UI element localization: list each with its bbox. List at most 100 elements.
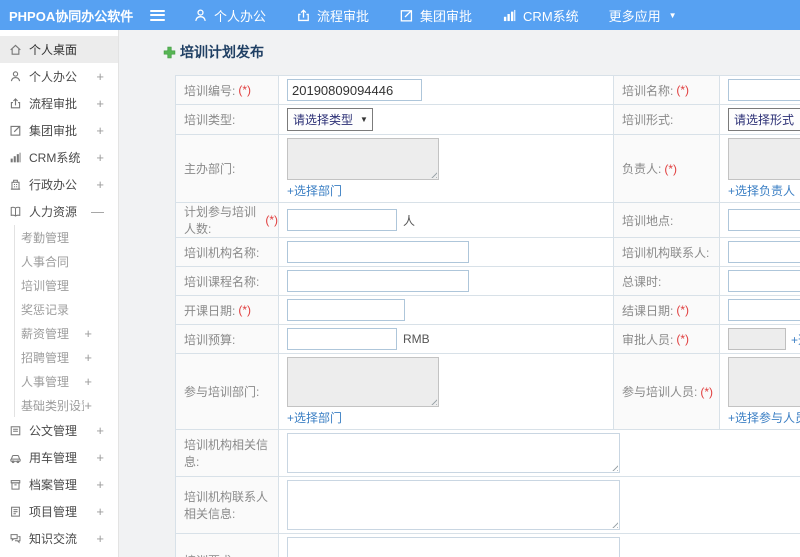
sidebar-item-hr-contract[interactable]: 人事合同 bbox=[15, 249, 118, 273]
training-requirements-textarea[interactable] bbox=[287, 537, 620, 557]
field-label-text: 培训机构名称: bbox=[184, 245, 260, 260]
participants-link[interactable]: +选择参与人员 bbox=[728, 409, 800, 426]
training-no-field bbox=[279, 76, 614, 105]
planned-participants-field: 人 bbox=[279, 203, 614, 238]
sidebar-item-knowledge-exchange[interactable]: 知识交流 + bbox=[0, 525, 118, 552]
training-name-input[interactable] bbox=[728, 79, 800, 101]
nav-item-crm-system[interactable]: CRM系统 bbox=[502, 6, 579, 25]
expand-plus-icon: + bbox=[96, 450, 104, 465]
page-title-row: 培训计划发布 bbox=[163, 42, 800, 62]
form-row: 培训预算: RMB 审批人员:(*) +选择审批人员 bbox=[176, 325, 800, 354]
sidebar-item-document-mgmt[interactable]: 公文管理 + bbox=[0, 417, 118, 444]
org-contact-input[interactable] bbox=[728, 241, 800, 263]
sidebar-item-vehicle-mgmt[interactable]: 用车管理 + bbox=[0, 444, 118, 471]
resize-handle[interactable] bbox=[429, 397, 437, 405]
required-marker: (*) bbox=[676, 303, 690, 317]
host-dept-link[interactable]: +选择部门 bbox=[287, 182, 342, 199]
nav-item-personal-office[interactable]: 个人办公 bbox=[193, 6, 266, 25]
chart-icon bbox=[9, 151, 22, 164]
sidebar-item-training-mgmt[interactable]: 培训管理 bbox=[15, 273, 118, 297]
training-form-select[interactable]: 请选择形式▼ bbox=[728, 108, 800, 131]
flow-icon bbox=[296, 8, 311, 23]
leader-link[interactable]: +选择负责人 bbox=[728, 182, 795, 199]
form-row: 培训课程名称: 总课时: bbox=[176, 267, 800, 296]
field-label-text: 培训编号: bbox=[184, 83, 236, 98]
leader-textarea[interactable] bbox=[728, 138, 800, 180]
participating-depts-textarea[interactable] bbox=[287, 357, 439, 407]
sidebar-item-recruit-mgmt[interactable]: 招聘管理 + bbox=[15, 345, 118, 369]
hamburger-menu-icon[interactable] bbox=[150, 9, 165, 21]
sidebar-submenu-human-resources: 考勤管理人事合同培训管理奖惩记录薪资管理+招聘管理+人事管理+基础类别设置+ bbox=[14, 225, 118, 417]
training-type-field: 请选择类型 ▼ bbox=[279, 105, 614, 135]
sidebar-item-label: 奖惩记录 bbox=[21, 302, 70, 317]
planned-participants-label: 计划参与培训人数: (*) bbox=[176, 203, 279, 238]
nav-label: 流程审批 bbox=[317, 8, 370, 24]
required-marker: (*) bbox=[664, 161, 678, 176]
participants-field: +选择参与人员 bbox=[720, 354, 800, 430]
resize-handle[interactable] bbox=[610, 520, 618, 528]
field-label-text: 培训要求: bbox=[184, 552, 235, 557]
training-requirements-field bbox=[279, 534, 800, 557]
sidebar-item-crm-system[interactable]: CRM系统 + bbox=[0, 144, 118, 171]
planned-participants-input[interactable] bbox=[287, 209, 397, 231]
resize-handle[interactable] bbox=[429, 170, 437, 178]
sidebar-item-salary-mgmt[interactable]: 薪资管理 + bbox=[15, 321, 118, 345]
sidebar-item-label: 公文管理 bbox=[29, 424, 78, 438]
sidebar-item-human-resources[interactable]: 人力资源 — bbox=[0, 198, 118, 225]
sidebar-item-project-mgmt[interactable]: 项目管理 + bbox=[0, 498, 118, 525]
sidebar-item-label: 集团审批 bbox=[29, 124, 78, 138]
sidebar-item-admin-office[interactable]: 行政办公 + bbox=[0, 171, 118, 198]
host-dept-textarea[interactable] bbox=[287, 138, 439, 180]
nav-item-workflow-approval[interactable]: 流程审批 bbox=[296, 6, 369, 25]
course-name-input[interactable] bbox=[287, 270, 469, 292]
field-label-text: 开课日期: bbox=[184, 303, 236, 318]
end-date-label: 结课日期: (*) bbox=[614, 296, 720, 325]
sidebar-item-reward-punish-record[interactable]: 奖惩记录 bbox=[15, 297, 118, 321]
training-type-select[interactable]: 请选择类型 ▼ bbox=[287, 108, 373, 131]
org-info-textarea[interactable] bbox=[287, 433, 620, 473]
expand-plus-icon: + bbox=[96, 423, 104, 438]
sidebar-item-archive-mgmt[interactable]: 档案管理 + bbox=[0, 471, 118, 498]
training-no-input[interactable] bbox=[287, 79, 422, 101]
project-icon bbox=[9, 505, 22, 518]
participating-depts-link[interactable]: +选择部门 bbox=[287, 409, 342, 426]
nav-label: 个人办公 bbox=[214, 8, 267, 24]
org-contact-info-textarea[interactable] bbox=[287, 480, 620, 530]
sidebar-item-personnel-mgmt[interactable]: 人事管理 + bbox=[15, 369, 118, 393]
approver-link[interactable]: +选择审批人员 bbox=[791, 331, 800, 348]
org-name-input[interactable] bbox=[287, 241, 469, 263]
training-type-label: 培训类型: bbox=[176, 105, 279, 135]
total-hours-field bbox=[720, 267, 800, 296]
nav-item-more-apps[interactable]: 更多应用 ▼ bbox=[609, 6, 677, 25]
sidebar-item-group-approval[interactable]: 集团审批 + bbox=[0, 117, 118, 144]
selected-option: 请选择形式 bbox=[734, 113, 795, 127]
participants-textarea[interactable] bbox=[728, 357, 800, 407]
end-date-input[interactable] bbox=[728, 299, 800, 321]
training-place-input[interactable] bbox=[728, 209, 800, 231]
approver-field: +选择审批人员 bbox=[720, 325, 800, 354]
main-content: 培训计划发布 培训编号:(*)培训名称:(*)培训类型:请选择类型▼培训形式:请… bbox=[119, 30, 800, 557]
leader-field: +选择负责人 bbox=[720, 135, 800, 203]
field-label-text: 培训名称: bbox=[622, 83, 674, 98]
form-row: 参与培训部门: +选择部门 参与培训人员: (*) +选择参与人员 bbox=[176, 354, 800, 430]
sidebar-item-attendance-mgmt[interactable]: 考勤管理 bbox=[15, 225, 118, 249]
sidebar-item-personal-desktop[interactable]: 个人桌面 bbox=[0, 36, 118, 63]
sidebar-item-label: 流程审批 bbox=[29, 97, 78, 111]
sidebar-item-personal-office[interactable]: 个人办公 + bbox=[0, 63, 118, 90]
resize-handle[interactable] bbox=[610, 463, 618, 471]
form-row: 培训编号:(*)培训名称:(*) bbox=[176, 76, 800, 105]
nav-item-group-approval[interactable]: 集团审批 bbox=[399, 6, 472, 25]
required-marker: (*) bbox=[238, 83, 252, 97]
start-date-input[interactable] bbox=[287, 299, 405, 321]
user-icon bbox=[193, 8, 208, 23]
sidebar-item-workflow-approval[interactable]: 流程审批 + bbox=[0, 90, 118, 117]
budget-input[interactable] bbox=[287, 328, 397, 350]
form-row: 培训要求: bbox=[176, 534, 800, 557]
expand-plus-icon: + bbox=[96, 96, 104, 111]
form-row: 培训机构相关信息: bbox=[176, 430, 800, 477]
sidebar-item-basic-category-settings[interactable]: 基础类别设置+ bbox=[15, 393, 118, 417]
total-hours-input[interactable] bbox=[728, 270, 800, 292]
training-form-label: 培训形式: bbox=[614, 105, 720, 135]
field-label-text: 结课日期: bbox=[622, 303, 674, 318]
approver-input[interactable] bbox=[728, 328, 786, 350]
